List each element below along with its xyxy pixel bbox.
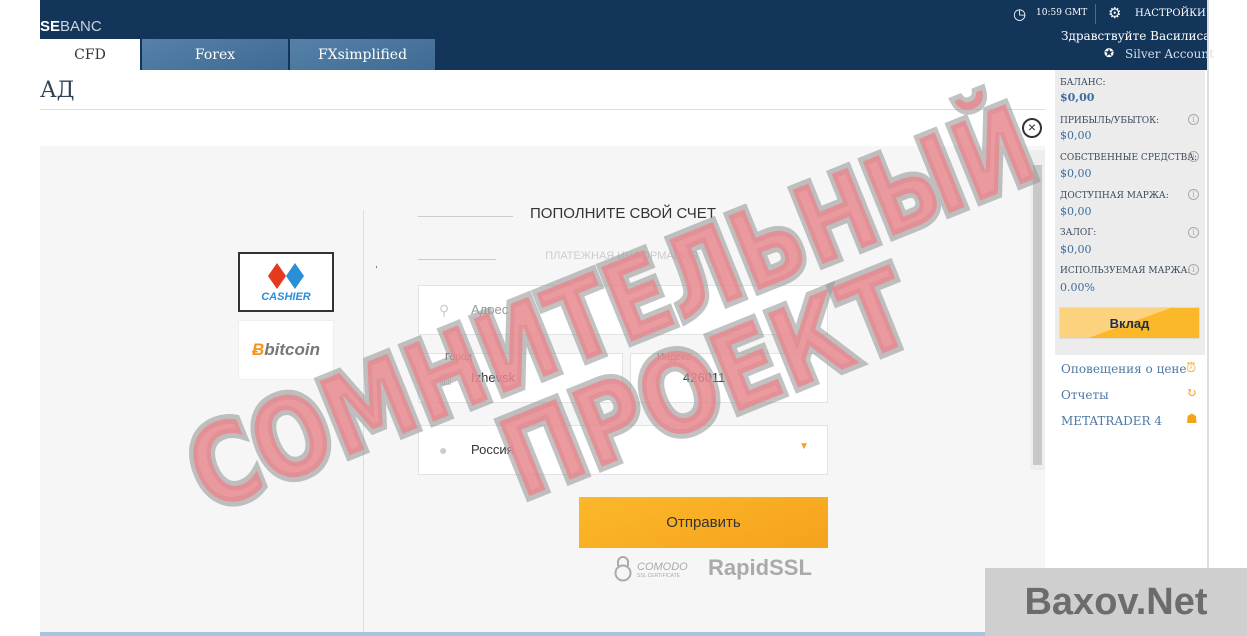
site-watermark: Baxov.Net	[985, 568, 1247, 636]
stamp-watermark: СОМНИТЕЛЬНЫЙ ПРОЕКТ	[165, 75, 1058, 542]
